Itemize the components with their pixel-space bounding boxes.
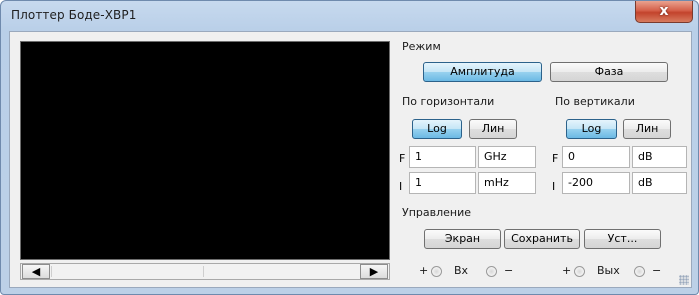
vertical-final-unit-field[interactable]: dB xyxy=(632,146,687,168)
vertical-initial-unit-field[interactable]: dB xyxy=(632,172,687,194)
vertical-group-label: По вертикали xyxy=(555,95,635,108)
bode-plotter-window: Плоттер Боде-XBP1 x ◀ ▶ Режим Амплитуда … xyxy=(0,0,699,295)
scroll-track-divider xyxy=(51,266,52,277)
vertical-lin-button[interactable]: Лин xyxy=(623,119,671,139)
window-title: Плоттер Боде-XBP1 xyxy=(11,8,137,22)
setup-button[interactable]: Уст... xyxy=(584,229,661,249)
vertical-final-value-field[interactable]: 0 xyxy=(562,146,630,168)
vertical-log-button[interactable]: Log xyxy=(566,119,617,139)
input-terminal-label: Вх xyxy=(454,264,469,277)
input-plus-label: + xyxy=(419,264,429,277)
control-group-label: Управление xyxy=(402,206,472,219)
input-minus-terminal-icon[interactable] xyxy=(486,266,497,277)
horizontal-final-unit-field[interactable]: GHz xyxy=(478,146,536,168)
vertical-final-prefix: F xyxy=(552,152,559,165)
horizontal-initial-prefix: I xyxy=(399,180,403,193)
client-area: ◀ ▶ Режим Амплитуда Фаза По горизонтали … xyxy=(9,31,692,288)
horizontal-initial-value-field[interactable]: 1 xyxy=(409,172,476,194)
save-button[interactable]: Сохранить xyxy=(504,229,580,249)
screen-button[interactable]: Экран xyxy=(424,229,501,249)
resize-grip-icon[interactable] xyxy=(679,275,689,285)
mode-group-label: Режим xyxy=(402,40,441,53)
input-plus-terminal-icon[interactable] xyxy=(431,266,442,277)
scroll-left-arrow-icon[interactable]: ◀ xyxy=(22,264,50,279)
horizontal-final-prefix: F xyxy=(399,152,406,165)
output-minus-label: − xyxy=(652,264,662,277)
horizontal-initial-unit-field[interactable]: mHz xyxy=(478,172,536,194)
plot-screen[interactable] xyxy=(20,41,390,260)
output-minus-terminal-icon[interactable] xyxy=(634,266,645,277)
horizontal-scrollbar[interactable]: ◀ ▶ xyxy=(20,263,390,280)
output-plus-label: + xyxy=(562,264,572,277)
output-terminal-label: Вых xyxy=(597,264,620,277)
horizontal-group-label: По горизонтали xyxy=(402,95,495,108)
horizontal-final-value-field[interactable]: 1 xyxy=(409,146,476,168)
output-plus-terminal-icon[interactable] xyxy=(574,266,585,277)
amplitude-button[interactable]: Амплитуда xyxy=(423,62,542,82)
vertical-initial-prefix: I xyxy=(552,180,556,193)
horizontal-log-button[interactable]: Log xyxy=(412,119,462,139)
horizontal-lin-button[interactable]: Лин xyxy=(469,119,517,139)
scroll-track-divider xyxy=(203,266,204,277)
phase-button[interactable]: Фаза xyxy=(550,62,668,82)
close-button[interactable]: x xyxy=(635,1,693,23)
vertical-initial-value-field[interactable]: -200 xyxy=(562,172,630,194)
input-minus-label: − xyxy=(504,264,514,277)
scroll-right-arrow-icon[interactable]: ▶ xyxy=(360,264,388,279)
